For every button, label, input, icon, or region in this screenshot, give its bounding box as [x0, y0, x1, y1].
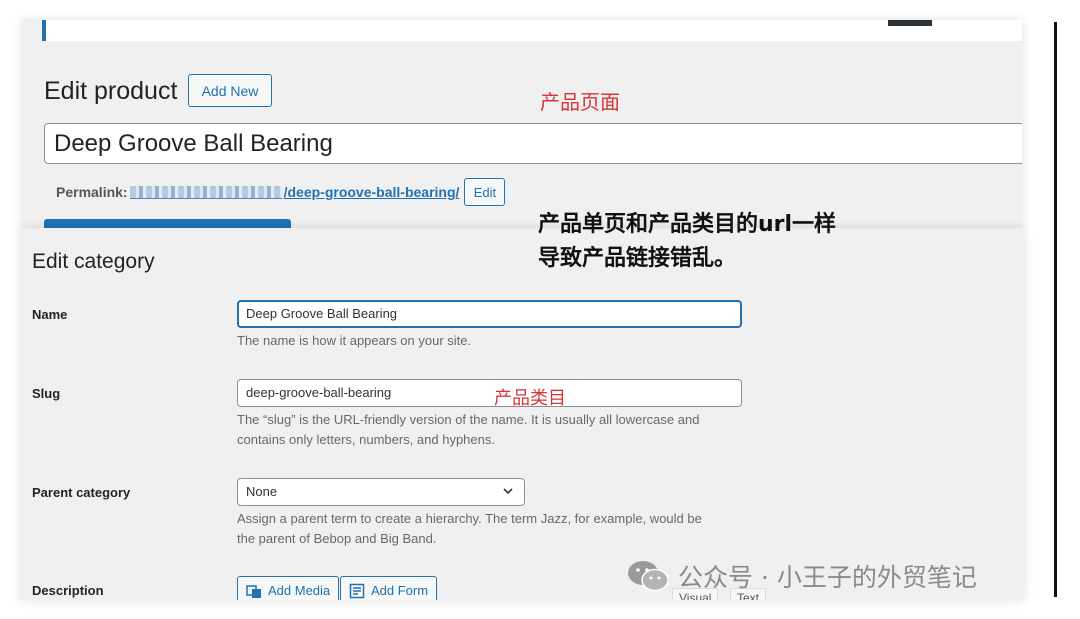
- edit-permalink-button[interactable]: Edit: [464, 178, 506, 206]
- page-title: Edit product: [44, 77, 178, 105]
- add-media-label: Add Media: [268, 583, 331, 598]
- name-label: Name: [32, 307, 68, 322]
- slug-input[interactable]: deep-groove-ball-bearing: [237, 379, 742, 407]
- category-annotation: 产品类目: [494, 388, 566, 409]
- admin-notice-strip: [42, 20, 1022, 41]
- category-page-title: Edit category: [32, 250, 155, 273]
- edit-product-screenshot: Edit product Add New Deep Groove Ball Be…: [22, 20, 1022, 230]
- chevron-down-icon: [503, 488, 513, 495]
- add-form-label: Add Form: [371, 583, 429, 598]
- add-new-button[interactable]: Add New: [188, 74, 272, 107]
- edge-divider: [1054, 22, 1057, 597]
- media-icon: [246, 585, 261, 598]
- main-annotation-line-2: 导致产品链接错乱。: [538, 246, 737, 271]
- permalink-label: Permalink:: [56, 184, 128, 200]
- main-annotation-line-1: 产品单页和产品类目的url一样: [538, 212, 837, 237]
- wechat-icon: [628, 561, 669, 592]
- product-page-annotation: 产品页面: [540, 90, 620, 114]
- parent-help-line-1: Assign a parent term to create a hierarc…: [237, 511, 702, 526]
- blurred-domain: [129, 185, 282, 199]
- slug-help-line-1: The “slug” is the URL-friendly version o…: [237, 412, 700, 427]
- parent-category-value: None: [246, 484, 278, 499]
- add-form-button[interactable]: Add Form: [340, 576, 438, 600]
- watermark: 公众号 · 小王子的外贸笔记: [626, 556, 977, 596]
- parent-help-line-2: the parent of Bebop and Big Band.: [237, 531, 437, 546]
- add-media-button[interactable]: Add Media: [237, 576, 340, 600]
- edit-category-screenshot: Edit category Name Deep Groove Ball Bear…: [20, 228, 1024, 600]
- screen-options-tab[interactable]: [888, 20, 932, 26]
- permalink-row: Permalink: /deep-groove-ball-bearing/ Ed…: [56, 178, 506, 206]
- slug-help-line-2: contains only letters, numbers, and hyph…: [237, 432, 495, 447]
- name-help: The name is how it appears on your site.: [237, 333, 472, 348]
- name-input[interactable]: Deep Groove Ball Bearing: [237, 300, 742, 328]
- description-label: Description: [32, 583, 104, 598]
- form-icon: [349, 583, 365, 599]
- product-title-input[interactable]: Deep Groove Ball Bearing: [44, 123, 1022, 164]
- parent-category-label: Parent category: [32, 485, 131, 500]
- watermark-text: 公众号 · 小王子的外贸笔记: [678, 563, 977, 592]
- permalink-link[interactable]: /deep-groove-ball-bearing/: [284, 184, 460, 200]
- parent-category-select[interactable]: None: [237, 478, 525, 506]
- slug-label: Slug: [32, 386, 61, 401]
